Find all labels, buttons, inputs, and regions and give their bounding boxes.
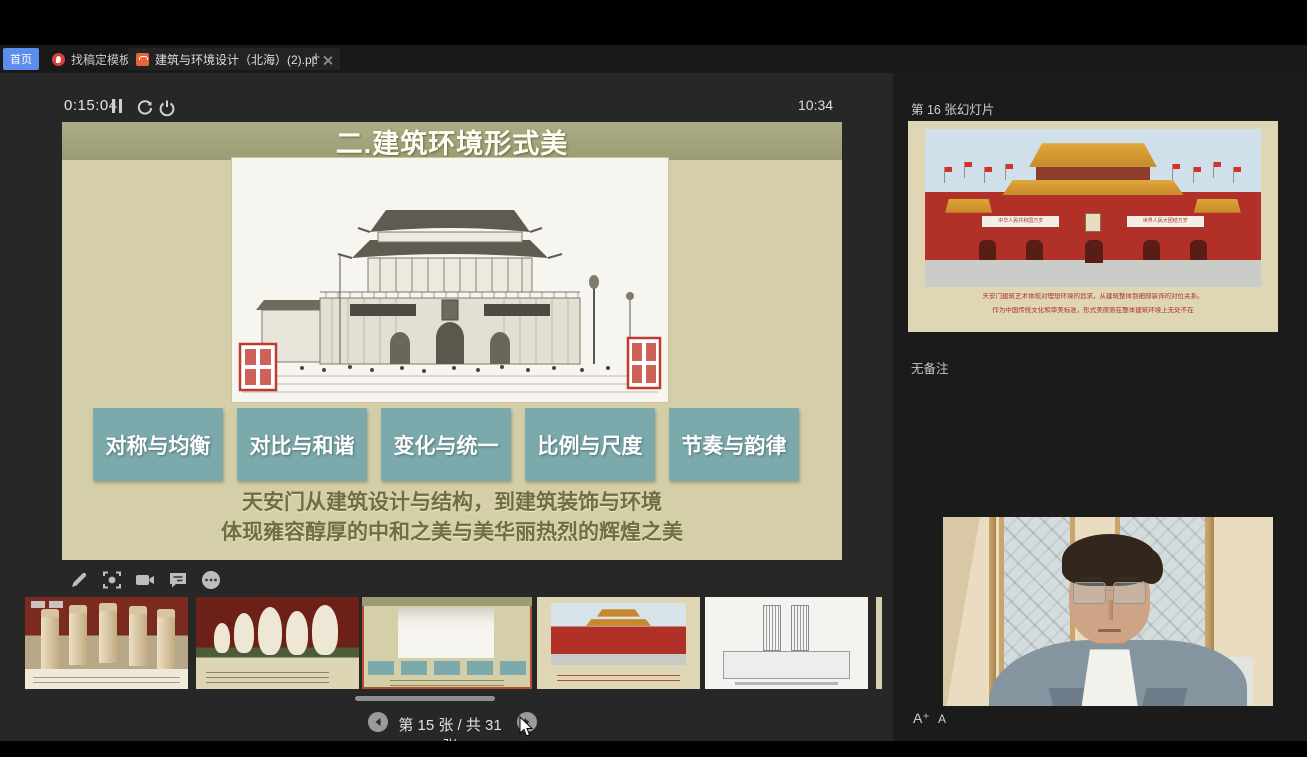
seal-left bbox=[240, 344, 276, 390]
next-slide-photo: 中华人民共和国万岁 世界人民大团结万岁 bbox=[925, 129, 1261, 287]
letterbox-bottom bbox=[0, 741, 1307, 757]
camera-icon[interactable] bbox=[134, 569, 156, 591]
browser-tab-bar: 首页 找稿定模板 建筑与环境设计（北海）(2).pptx + 1 bbox=[0, 45, 1307, 73]
laser-pointer-icon[interactable] bbox=[101, 569, 123, 591]
thumbnail-slide-16[interactable] bbox=[537, 597, 700, 689]
slide-caption-line2: 体现雍容醇厚的中和之美与美华丽热烈的辉煌之美 bbox=[62, 516, 842, 546]
thumbnail-scrollbar[interactable] bbox=[355, 696, 495, 701]
principle-button-3: 变化与统一 bbox=[381, 408, 511, 481]
presenter-window: 首页 找稿定模板 建筑与环境设计（北海）(2).pptx + 1 0:15:04… bbox=[0, 0, 1307, 757]
tab-home-label: 首页 bbox=[10, 51, 32, 67]
principle-button-1: 对称与均衡 bbox=[93, 408, 223, 481]
seal-right bbox=[628, 338, 660, 388]
banner-right: 世界人民大团结万岁 bbox=[1127, 216, 1204, 227]
presenter-webcam bbox=[943, 517, 1273, 706]
next-slide-caption-line2: 作为中国传统文化和审美标准，形式美原则在整体建筑环境上无处不在 bbox=[918, 307, 1268, 315]
thumbnail-slide-13[interactable] bbox=[25, 597, 188, 689]
slide-caption-line1: 天安门从建筑设计与结构，到建筑装饰与环境 bbox=[62, 486, 842, 516]
principle-button-4: 比例与尺度 bbox=[525, 408, 655, 481]
principle-button-2: 对比与和谐 bbox=[237, 408, 367, 481]
tab-presentation-label: 建筑与环境设计（北海）(2).pptx bbox=[155, 51, 317, 68]
ppt-file-icon bbox=[136, 53, 149, 66]
next-slide-header: 第 16 张幻灯片 bbox=[911, 99, 994, 118]
tab-gaoding-label: 找稿定模板 bbox=[71, 51, 131, 68]
presenter-face bbox=[1062, 534, 1158, 647]
font-increase-button[interactable]: A⁺ bbox=[913, 710, 930, 727]
mouse-cursor bbox=[519, 716, 534, 738]
presenter-hair bbox=[1062, 534, 1158, 586]
banner-left: 中华人民共和国万岁 bbox=[982, 216, 1059, 227]
next-slide-preview[interactable]: 中华人民共和国万岁 世界人民大团结万岁 天安门建筑艺术体现对理想环境的追求，从建… bbox=[908, 121, 1278, 332]
thumbnail-slide-17[interactable] bbox=[705, 597, 868, 689]
slide-title: 二.建筑环境形式美 bbox=[62, 122, 842, 160]
current-time: 10:34 bbox=[798, 97, 833, 113]
principle-button-5: 节奏与韵律 bbox=[669, 408, 799, 481]
power-end-show-icon[interactable] bbox=[158, 99, 176, 115]
reset-timer-icon[interactable] bbox=[136, 99, 154, 115]
tab-home[interactable]: 首页 bbox=[3, 48, 39, 70]
close-tab-icon[interactable] bbox=[323, 55, 332, 64]
font-decrease-button[interactable]: A bbox=[938, 712, 946, 726]
portrait bbox=[1085, 213, 1102, 232]
notes-placeholder: 无备注 bbox=[911, 358, 949, 377]
previous-slide-button[interactable] bbox=[368, 712, 388, 732]
slide-stage[interactable]: 二.建筑环境形式美 bbox=[62, 122, 842, 560]
next-slide-caption-line1: 天安门建筑艺术体现对理想环境的追求，从建筑整体到细部装饰的对位关系。 bbox=[918, 293, 1268, 301]
comment-icon[interactable] bbox=[167, 569, 189, 591]
pause-timer-icon[interactable] bbox=[112, 99, 130, 115]
thumbnail-slide-15-current[interactable] bbox=[362, 597, 532, 689]
tiananmen-etching-image bbox=[232, 158, 668, 402]
elapsed-timer: 0:15:04 bbox=[64, 97, 118, 114]
thumbnail-slide-18-partial[interactable] bbox=[876, 597, 882, 689]
presenter-shirt bbox=[1082, 649, 1138, 706]
thumbnail-slide-14[interactable] bbox=[196, 597, 359, 689]
more-options-icon[interactable] bbox=[200, 569, 222, 591]
gaoding-logo-icon bbox=[52, 53, 65, 66]
pen-icon[interactable] bbox=[68, 569, 90, 591]
new-tab-button[interactable]: + bbox=[308, 50, 324, 66]
